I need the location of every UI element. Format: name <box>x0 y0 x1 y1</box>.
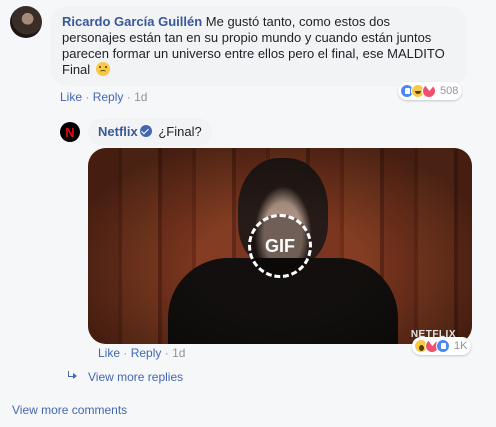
comment-reply-link[interactable]: Reply <box>93 90 124 104</box>
reply-reaction-count: 1K <box>454 340 468 352</box>
gif-attachment[interactable]: GIF NETFLIX <box>88 148 472 344</box>
verified-badge-icon <box>139 125 152 137</box>
comment-like-link[interactable]: Like <box>60 90 82 104</box>
reply-reply-link[interactable]: Reply <box>131 346 162 360</box>
reply-timestamp[interactable]: 1d <box>172 346 185 360</box>
comment-bubble: Ricardo García Guillén Me gustó tanto, c… <box>50 6 467 86</box>
comment-reaction-count: 508 <box>440 85 459 97</box>
comment-actions: Like · Reply · 1d <box>60 90 148 104</box>
like-reaction-icon <box>436 339 450 353</box>
reply-like-link[interactable]: Like <box>98 346 120 360</box>
view-more-replies-link[interactable]: View more replies <box>66 370 183 384</box>
reply-arrow-icon <box>66 371 78 381</box>
view-more-replies-label[interactable]: View more replies <box>88 370 183 384</box>
comment-reactions[interactable]: 508 <box>398 82 463 100</box>
reply-reactions[interactable]: 1K <box>412 337 472 355</box>
reply-text: ¿Final? <box>158 124 202 139</box>
netflix-logo-icon: N <box>65 124 75 140</box>
sad-face-emoji-icon <box>95 62 110 76</box>
view-more-comments-link[interactable]: View more comments <box>12 403 127 417</box>
comment-author[interactable]: Ricardo García Guillén <box>62 14 202 29</box>
love-reaction-icon <box>422 83 436 98</box>
netflix-avatar[interactable]: N <box>60 122 80 142</box>
reply-actions: Like · Reply · 1d <box>98 346 186 360</box>
gif-play-badge[interactable]: GIF <box>248 214 312 278</box>
commenter-avatar[interactable] <box>10 6 42 38</box>
reply-author[interactable]: Netflix <box>98 124 138 139</box>
reply-bubble: Netflix ¿Final? <box>88 118 212 146</box>
comment-timestamp[interactable]: 1d <box>134 90 147 104</box>
